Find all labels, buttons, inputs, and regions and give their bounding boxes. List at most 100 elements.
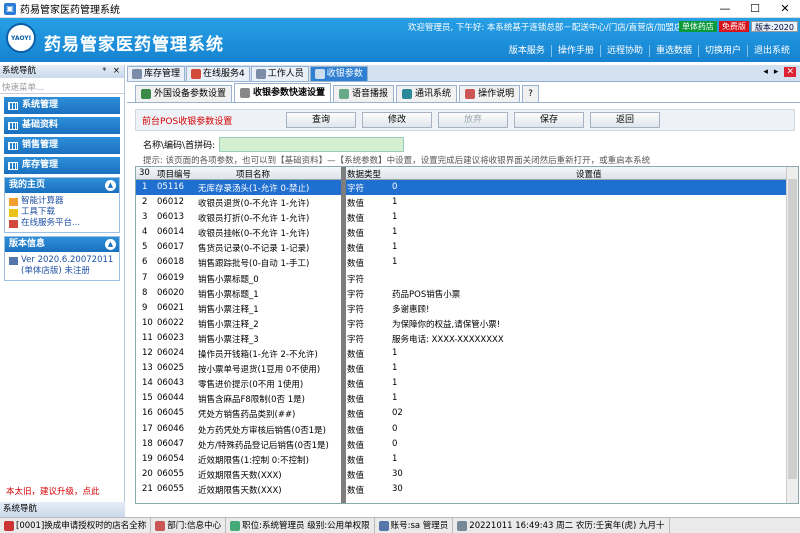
tab-staff[interactable]: 工作人员 xyxy=(250,66,309,81)
cell-code: 05116 xyxy=(157,182,185,192)
col-name[interactable]: 项目名称 xyxy=(236,168,270,180)
cell-name: 近效期限售天数(XXX) xyxy=(198,485,282,496)
cell-name: 销售小票注释_3 xyxy=(198,334,259,345)
menu-version-service[interactable]: 版本服务 xyxy=(503,45,551,57)
table-row[interactable]: 14 06043 零售进价提示(0不用 1使用) 数值 1 xyxy=(136,376,798,391)
table-row[interactable]: 16 06045 凭处方销售药品类别(##) 数值 02 xyxy=(136,406,798,421)
cell-name: 操作员开钱箱(1-允许 2-不允许) xyxy=(198,350,318,361)
clock-icon xyxy=(457,520,468,531)
table-row[interactable]: 19 06054 近效期限售(1:控制 0:不控制) 数值 1 xyxy=(136,452,798,467)
tab-voice[interactable]: 语音播报 xyxy=(333,85,395,102)
table-row[interactable]: 21 06055 近效期限售天数(XXX) 数值 30 xyxy=(136,482,798,497)
grid-icon xyxy=(8,161,18,170)
cell-type: 字符 xyxy=(347,304,365,315)
cell-code: 06055 xyxy=(157,468,185,479)
table-row[interactable]: 7 06019 销售小票标题_0 字符 xyxy=(136,271,798,286)
sidebar-item-basic-data[interactable]: 基础资料 xyxy=(4,117,120,134)
menu-manual[interactable]: 操作手册 xyxy=(550,45,600,57)
my-home-header[interactable]: 我的主页 ▲ xyxy=(5,178,119,193)
cell-name: 销售跟踪批号(0-自动 1-手工) xyxy=(198,259,310,270)
scroll-thumb[interactable] xyxy=(788,179,797,479)
tab-inventory[interactable]: 库存管理 xyxy=(127,66,186,81)
cell-code: 06020 xyxy=(157,287,185,298)
cell-name: 销售小票注释_2 xyxy=(198,319,259,330)
sidebar-bottom-tab[interactable]: 系统导航 xyxy=(0,502,125,517)
tab-quick-cashier-settings[interactable]: 收银参数快速设置 xyxy=(234,83,332,102)
table-row[interactable]: 13 06025 按小票单号退货(1豆用 0不使用) 数值 1 xyxy=(136,361,798,376)
menu-exit[interactable]: 退出系统 xyxy=(746,45,796,57)
col-code[interactable]: 项目编号 xyxy=(157,168,191,180)
tab-device-params[interactable]: 外国设备参数设置 xyxy=(135,85,233,102)
vertical-scrollbar[interactable] xyxy=(786,167,798,503)
tab-comm[interactable]: 通讯系统 xyxy=(396,85,458,102)
chevron-up-icon[interactable]: ▲ xyxy=(105,180,116,191)
table-row[interactable]: 17 06046 处方药凭处方审核后销售(0否1是) 数值 0 xyxy=(136,422,798,437)
table-row[interactable]: 10 06022 销售小票注释_2 字符 为保障你的权益,请保管小票! xyxy=(136,316,798,331)
tab-online-service[interactable]: 在线服务4 xyxy=(186,66,250,81)
cell-code: 06025 xyxy=(157,363,185,374)
menu-reselect-data[interactable]: 重选数据 xyxy=(648,45,698,57)
grid-icon xyxy=(255,69,266,79)
table-row[interactable]: 2 06012 收银员退货(0-不允许 1-允许) 数值 1 xyxy=(136,195,798,210)
close-tab-icon[interactable]: ✕ xyxy=(784,67,796,77)
calculator-icon xyxy=(9,197,18,206)
upgrade-link[interactable]: 本太旧，建议升级，点此 xyxy=(6,485,100,497)
table-row[interactable]: 4 06014 收银员挂帐(0-不允许 1-允许) 数值 1 xyxy=(136,225,798,240)
column-splitter[interactable] xyxy=(341,167,346,503)
search-row: 名称\编码\首拼码: xyxy=(143,137,405,152)
col-value[interactable]: 设置值 xyxy=(576,168,602,180)
edit-button[interactable]: 修改 xyxy=(362,112,432,128)
main-tabbar: 库存管理 在线服务4 工作人员 收银参数 ◂ ▸ ✕ xyxy=(127,65,800,82)
sidebar-item-system[interactable]: 系统管理 xyxy=(4,97,120,114)
table-row[interactable]: 12 06024 操作员开钱箱(1-允许 2-不允许) 数值 1 xyxy=(136,346,798,361)
chevron-up-icon[interactable]: ▲ xyxy=(105,239,116,250)
query-button[interactable]: 查询 xyxy=(286,112,356,128)
table-row[interactable]: 5 06017 售货员记录(0-不记录 1-记录) 数值 1 xyxy=(136,240,798,255)
table-row[interactable]: 1 05116 无库存录汤头(1-允许 0-禁止) 字符 0 xyxy=(136,180,798,196)
table-row[interactable]: 18 06047 处方/特殊药品登记后销售(0否1是) 数值 0 xyxy=(136,437,798,452)
tab-next-icon[interactable]: ▸ xyxy=(774,67,779,77)
link-tool-download[interactable]: 工具下载 xyxy=(9,207,115,218)
pin-icon[interactable]: ᵠ xyxy=(102,65,106,78)
table-row[interactable]: 3 06013 收银员打折(0-不允许 1-允许) 数值 1 xyxy=(136,210,798,225)
col-type[interactable]: 数据类型 xyxy=(347,168,381,180)
tab-prev-icon[interactable]: ◂ xyxy=(763,67,768,77)
tab-help[interactable]: 操作说明 xyxy=(459,85,521,102)
edition-text: (单体店版) 未注册 xyxy=(21,266,90,276)
sidebar-item-sales[interactable]: 销售管理 xyxy=(4,137,120,154)
maximize-button[interactable]: ☐ xyxy=(740,0,770,18)
tab-cashier-params[interactable]: 收银参数 xyxy=(309,66,368,81)
table-row[interactable]: 8 06020 销售小票标题_1 字符 药品POS销售小票 xyxy=(136,286,798,301)
quick-menu-search[interactable]: 快速菜单... xyxy=(0,78,124,94)
cell-no: 2 xyxy=(142,197,148,208)
cell-no: 18 xyxy=(142,438,153,449)
table-row[interactable]: 15 06044 销售含麻品F8限制(0否 1是) 数值 1 xyxy=(136,391,798,406)
table-row[interactable]: 11 06023 销售小票注释_3 字符 服务电话: XXXX-XXXXXXXX xyxy=(136,331,798,346)
table-row[interactable]: 20 06055 近效期限售天数(XXX) 数值 30 xyxy=(136,467,798,482)
menu-switch-user[interactable]: 切换用户 xyxy=(697,45,747,57)
search-input[interactable] xyxy=(219,137,405,152)
table-row[interactable]: 6 06018 销售跟踪批号(0-自动 1-手工) 数值 1 xyxy=(136,255,798,270)
cell-value: 服务电话: XXXX-XXXXXXXX xyxy=(392,334,504,345)
cell-value: 为保障你的权益,请保管小票! xyxy=(392,319,501,330)
cell-value: 1 xyxy=(392,212,398,223)
cell-no: 15 xyxy=(142,393,153,404)
discard-button[interactable]: 放弃 xyxy=(438,112,508,128)
link-calculator[interactable]: 智能计算器 xyxy=(9,196,115,207)
cell-code: 06055 xyxy=(157,483,185,494)
minimize-button[interactable]: — xyxy=(710,0,740,18)
menu-remote-help[interactable]: 远程协助 xyxy=(599,45,649,57)
sidebar-item-inventory[interactable]: 库存管理 xyxy=(4,157,120,174)
close-icon[interactable]: × xyxy=(113,65,120,78)
save-button[interactable]: 保存 xyxy=(514,112,584,128)
cell-no: 4 xyxy=(142,227,148,238)
back-button[interactable]: 返回 xyxy=(590,112,660,128)
cell-type: 数值 xyxy=(347,425,365,436)
tab-question[interactable]: ? xyxy=(522,85,539,102)
table-row[interactable]: 9 06021 销售小票注释_1 字符 多谢惠顾! xyxy=(136,301,798,316)
cell-value: 1 xyxy=(392,453,398,464)
cell-type: 数值 xyxy=(347,485,365,496)
version-header[interactable]: 版本信息 ▲ xyxy=(5,237,119,252)
link-online-service[interactable]: 在线服务平台... xyxy=(9,218,115,229)
close-button[interactable]: ✕ xyxy=(770,0,800,18)
